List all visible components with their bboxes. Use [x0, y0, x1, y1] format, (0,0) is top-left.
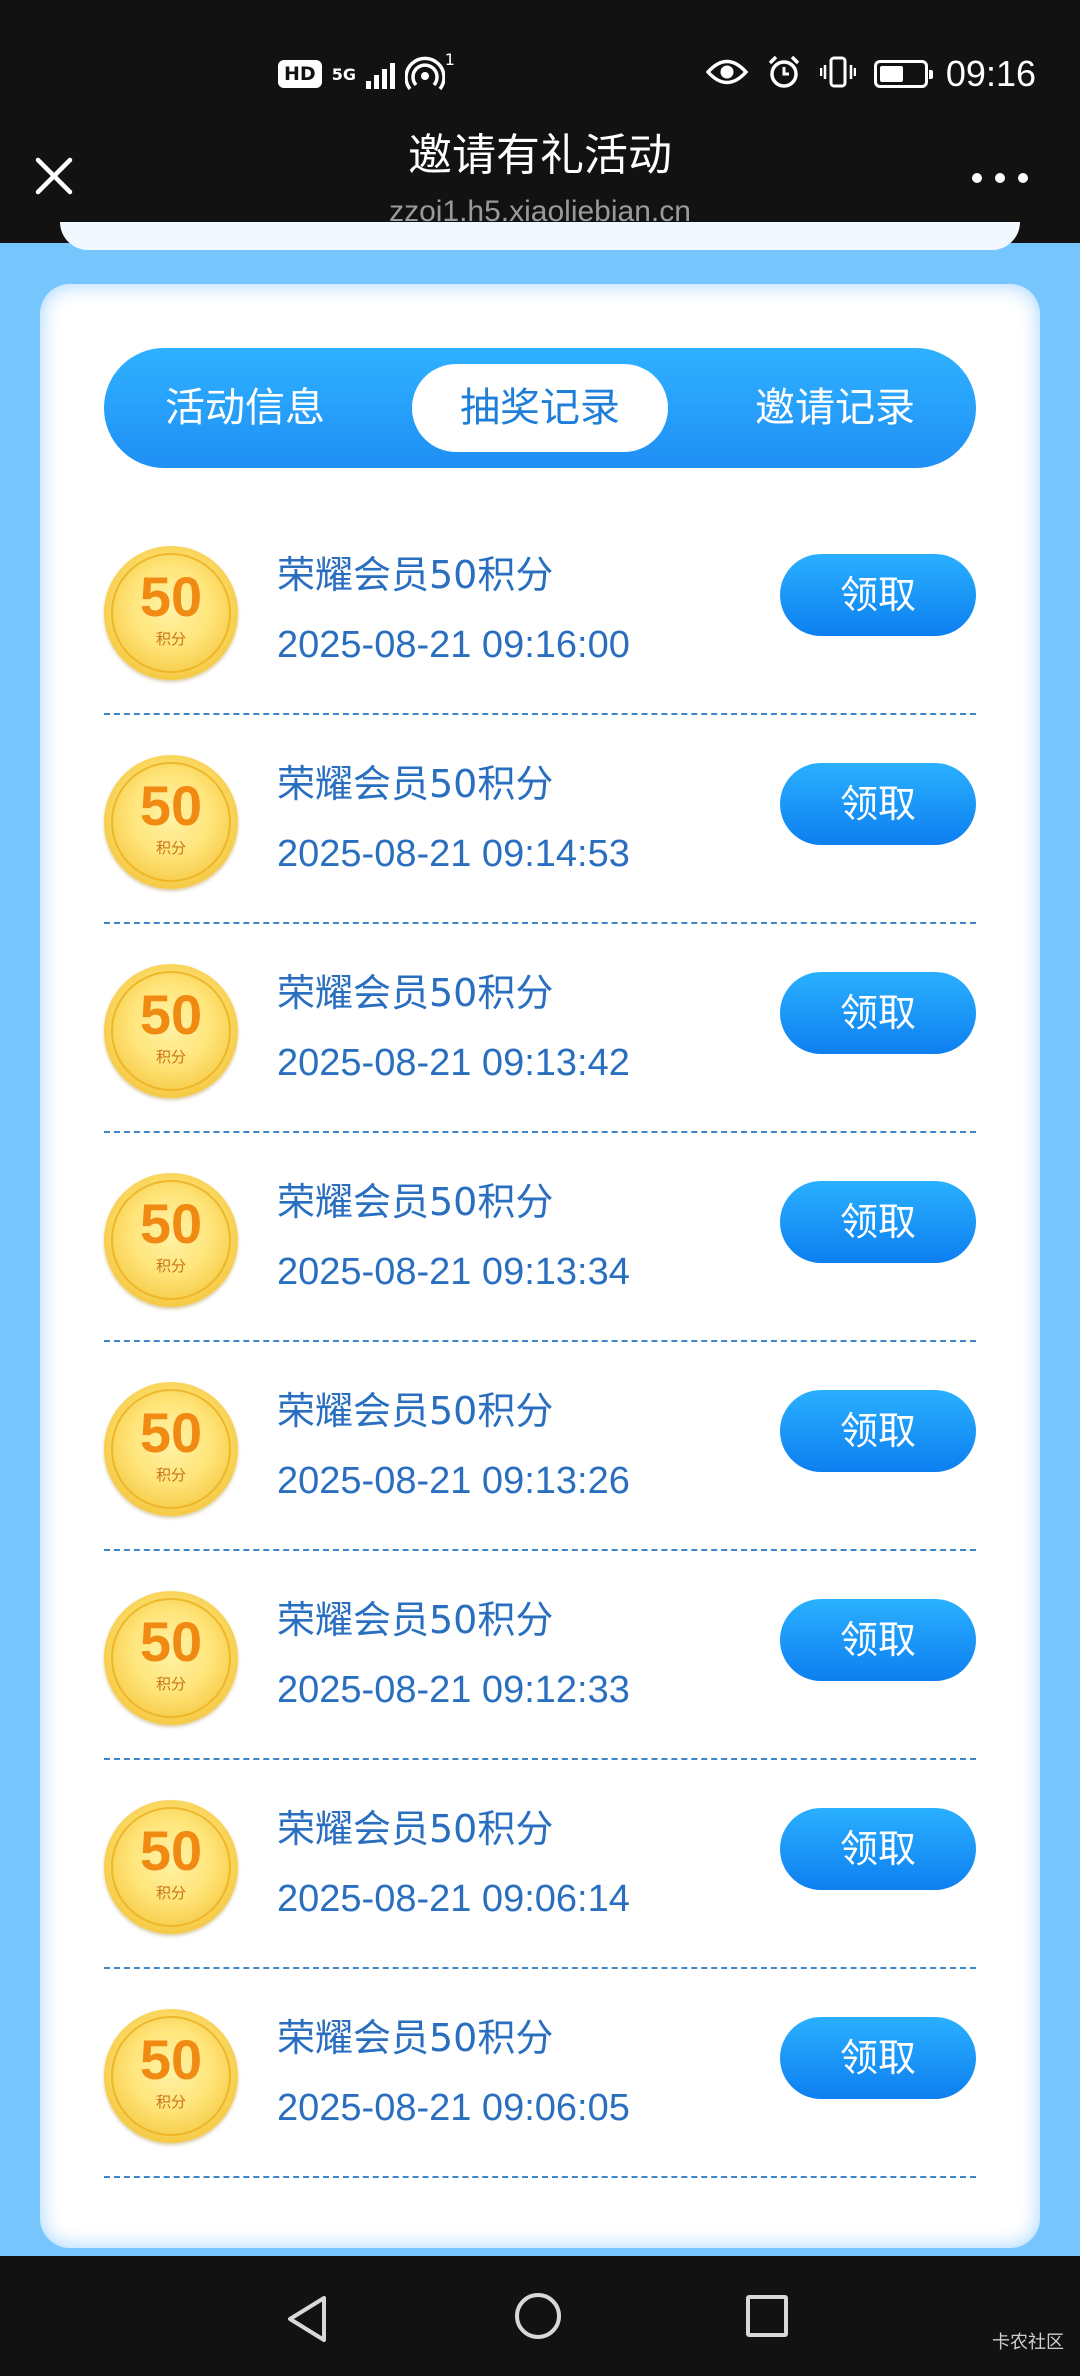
record-time: 2025-08-21 09:12:33 — [277, 1669, 630, 1711]
hotspot-count: 1 — [444, 50, 455, 69]
record-row: 50 积分 荣耀会员50积分 2025-08-21 09:16:00 领取 — [104, 506, 976, 715]
hd-badge: HD — [278, 60, 322, 88]
record-title: 荣耀会员50积分 — [277, 1389, 554, 1433]
points-coin-icon: 50 积分 — [104, 546, 238, 680]
system-nav-bar — [0, 2256, 1080, 2376]
vibrate-icon — [819, 55, 857, 93]
coin-value: 50 — [139, 774, 203, 837]
record-title: 荣耀会员50积分 — [277, 1180, 554, 1224]
nav-back-button[interactable] — [284, 2294, 330, 2344]
signal-icon — [365, 59, 395, 89]
hotspot-icon: 1 — [404, 50, 455, 92]
claim-button[interactable]: 领取 — [780, 1390, 976, 1472]
network-type: 5G — [331, 64, 356, 84]
record-title: 荣耀会员50积分 — [277, 2016, 554, 2060]
record-time: 2025-08-21 09:13:26 — [277, 1460, 630, 1502]
more-dots-icon — [972, 173, 982, 183]
coin-unit: 积分 — [155, 839, 186, 857]
coin-value: 50 — [139, 1819, 203, 1882]
alarm-icon — [766, 54, 802, 94]
record-title: 荣耀会员50积分 — [277, 1598, 554, 1642]
coin-unit: 积分 — [155, 1675, 186, 1693]
status-right: 09:16 — [705, 50, 1036, 98]
record-list: 50 积分 荣耀会员50积分 2025-08-21 09:16:00 领取 50 积分 荣耀会… — [104, 506, 976, 2178]
coin-value: 50 — [139, 2028, 203, 2091]
record-time: 2025-08-21 09:06:05 — [277, 2087, 630, 2129]
points-coin-icon: 50 积分 — [104, 1382, 238, 1516]
claim-button[interactable]: 领取 — [780, 763, 976, 845]
tab-invite-records[interactable]: 邀请记录 — [694, 348, 976, 468]
points-coin-icon: 50 积分 — [104, 755, 238, 889]
previous-card-edge — [60, 222, 1020, 250]
points-coin-icon: 50 积分 — [104, 1173, 238, 1307]
record-row: 50 积分 荣耀会员50积分 2025-08-21 09:12:33 领取 — [104, 1551, 976, 1760]
claim-button[interactable]: 领取 — [780, 972, 976, 1054]
record-row: 50 积分 荣耀会员50积分 2025-08-21 09:13:26 领取 — [104, 1342, 976, 1551]
back-triangle-icon — [288, 2296, 326, 2342]
claim-button[interactable]: 领取 — [780, 1808, 976, 1890]
nav-home-button[interactable] — [515, 2293, 561, 2339]
tab-bar: 活动信息 抽奖记录 邀请记录 — [104, 348, 976, 468]
record-row: 50 积分 荣耀会员50积分 2025-08-21 09:13:42 领取 — [104, 924, 976, 1133]
record-time: 2025-08-21 09:14:53 — [277, 833, 630, 875]
tab-activity-info[interactable]: 活动信息 — [104, 348, 386, 468]
points-coin-icon: 50 积分 — [104, 1800, 238, 1934]
coin-unit: 积分 — [155, 1884, 186, 1902]
tab-lottery-records[interactable]: 抽奖记录 — [412, 364, 668, 452]
coin-unit: 积分 — [155, 630, 186, 648]
coin-unit: 积分 — [155, 1257, 186, 1275]
more-options-button[interactable] — [972, 172, 1028, 184]
record-row: 50 积分 荣耀会员50积分 2025-08-21 09:13:34 领取 — [104, 1133, 976, 1342]
record-row: 50 积分 荣耀会员50积分 2025-08-21 09:06:05 领取 — [104, 1969, 976, 2178]
coin-value: 50 — [139, 565, 203, 628]
coin-value: 50 — [139, 1192, 203, 1255]
record-time: 2025-08-21 09:13:34 — [277, 1251, 630, 1293]
claim-button[interactable]: 领取 — [780, 2017, 976, 2099]
record-time: 2025-08-21 09:06:14 — [277, 1878, 630, 1920]
battery-icon — [873, 60, 933, 88]
eye-comfort-icon — [705, 57, 749, 91]
record-row: 50 积分 荣耀会员50积分 2025-08-21 09:06:14 领取 — [104, 1760, 976, 1969]
coin-unit: 积分 — [155, 2093, 186, 2111]
points-coin-icon: 50 积分 — [104, 964, 238, 1098]
page-title: 邀请有礼活动 — [408, 130, 672, 181]
coin-value: 50 — [139, 983, 203, 1046]
record-title: 荣耀会员50积分 — [277, 553, 554, 597]
coin-unit: 积分 — [155, 1048, 186, 1066]
claim-button[interactable]: 领取 — [780, 554, 976, 636]
coin-unit: 积分 — [155, 1466, 186, 1484]
status-time: 09:16 — [945, 53, 1036, 94]
claim-button[interactable]: 领取 — [780, 1181, 976, 1263]
record-title: 荣耀会员50积分 — [277, 971, 554, 1015]
top-bar: HD 5G 1 09:16 邀请有礼活动 zzoi1.h5.xiaoliebia… — [0, 0, 1080, 243]
record-title: 荣耀会员50积分 — [277, 1807, 554, 1851]
claim-button[interactable]: 领取 — [780, 1599, 976, 1681]
record-time: 2025-08-21 09:13:42 — [277, 1042, 630, 1084]
points-coin-icon: 50 积分 — [104, 1591, 238, 1725]
coin-value: 50 — [139, 1401, 203, 1464]
coin-value: 50 — [139, 1610, 203, 1673]
record-title: 荣耀会员50积分 — [277, 762, 554, 806]
nav-recents-button[interactable] — [746, 2295, 788, 2337]
status-left: HD 5G 1 — [278, 50, 455, 96]
points-coin-icon: 50 积分 — [104, 2009, 238, 2143]
record-time: 2025-08-21 09:16:00 — [277, 624, 630, 666]
watermark: 卡农社区 — [992, 2332, 1064, 2353]
record-row: 50 积分 荣耀会员50积分 2025-08-21 09:14:53 领取 — [104, 715, 976, 924]
